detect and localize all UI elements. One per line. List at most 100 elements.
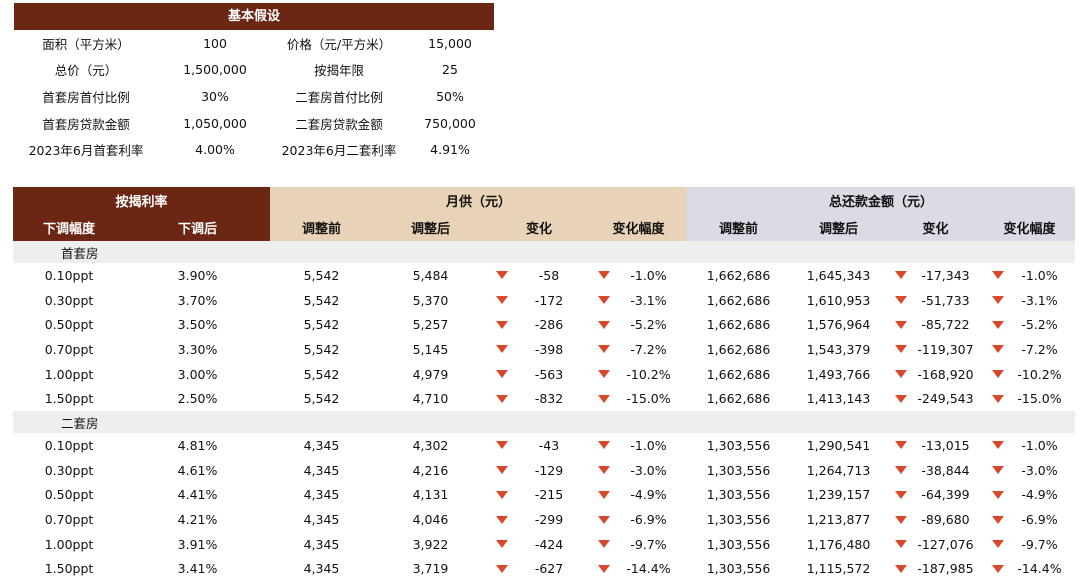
change-value: -14.4% xyxy=(1017,561,1062,577)
assumption-label: 二套房首付比例 xyxy=(295,89,383,105)
table-cell: 1,662,686 xyxy=(706,366,771,382)
change-cell: -9.7% xyxy=(590,537,687,552)
change-value: -1.0% xyxy=(630,437,667,453)
table-cell: 1.50ppt xyxy=(44,391,94,407)
down-arrow-icon xyxy=(496,490,508,499)
table-cell: 0.10ppt xyxy=(44,437,94,453)
table-cell: 0.50ppt xyxy=(44,487,94,503)
change-value: -129 xyxy=(534,462,564,478)
change-value: -51,733 xyxy=(921,292,970,308)
change-cell: -13,015 xyxy=(887,438,984,453)
down-arrow-icon xyxy=(496,540,508,549)
down-arrow-icon xyxy=(992,296,1004,305)
table-row: 1.50ppt 3.41% 4,345 3,719 -627 -14.4% 1,303,55… xyxy=(13,557,1075,581)
change-value: -89,680 xyxy=(921,512,970,528)
table-cell: 4,979 xyxy=(412,366,449,382)
table-row: 0.30ppt 3.70% 5,542 5,370 -172 -3.1% 1,662,686… xyxy=(13,288,1075,313)
table-cell: 3.41% xyxy=(177,561,218,577)
change-cell: -6.9% xyxy=(984,512,1075,527)
table-row: 0.50ppt 4.41% 4,345 4,131 -215 -4.9% 1,303,556… xyxy=(13,483,1075,508)
assumption-row: 首套房贷款金额 1,050,000 二套房贷款金额 750,000 xyxy=(14,110,494,137)
change-cell: -1.0% xyxy=(590,438,687,453)
down-arrow-icon xyxy=(598,490,610,499)
subheader-cell: 下调幅度 xyxy=(13,214,125,241)
down-arrow-icon xyxy=(992,540,1004,549)
table-cell: 4.61% xyxy=(177,462,218,478)
change-value: -832 xyxy=(534,391,564,407)
table-row: 0.30ppt 4.61% 4,345 4,216 -129 -3.0% 1,303,556… xyxy=(13,458,1075,483)
down-arrow-icon xyxy=(598,515,610,524)
table-cell: 0.30ppt xyxy=(44,462,94,478)
change-cell: -10.2% xyxy=(984,367,1075,382)
table-body: 首套房 0.10ppt 3.90% 5,542 5,484 -58 -1.0% 1,662,6… xyxy=(13,241,1075,581)
change-cell: -14.4% xyxy=(984,561,1075,576)
change-cell: -5.2% xyxy=(590,317,687,332)
table-cell: 1,413,143 xyxy=(806,391,871,407)
change-value: -13,015 xyxy=(921,437,970,453)
down-arrow-icon xyxy=(598,466,610,475)
change-value: -15.0% xyxy=(626,391,671,407)
table-cell: 3.70% xyxy=(177,292,218,308)
table-cell: 4,345 xyxy=(303,536,340,552)
change-value: -398 xyxy=(534,341,564,357)
assumption-label: 总价（元） xyxy=(54,63,118,79)
change-value: -7.2% xyxy=(1021,341,1058,357)
table-cell: 1,543,379 xyxy=(806,341,871,357)
down-arrow-icon xyxy=(895,370,907,379)
down-arrow-icon xyxy=(496,441,508,450)
assumption-label: 面积（平方米） xyxy=(42,36,130,52)
assumption-value: 1,050,000 xyxy=(183,115,247,131)
assumptions-title: 基本假设 xyxy=(14,3,494,30)
subheader-cell: 调整前 xyxy=(687,214,790,241)
down-arrow-icon xyxy=(496,370,508,379)
change-cell: -58 xyxy=(488,268,590,283)
down-arrow-icon xyxy=(992,490,1004,499)
change-value: -563 xyxy=(534,366,564,382)
assumption-label: 二套房贷款金额 xyxy=(295,116,383,132)
change-value: -627 xyxy=(534,561,564,577)
change-value: -3.1% xyxy=(1021,292,1058,308)
table-cell: 4,302 xyxy=(412,437,449,453)
change-value: -119,307 xyxy=(917,341,974,357)
down-arrow-icon xyxy=(598,320,610,329)
table-cell: 3,922 xyxy=(412,536,449,552)
table-cell: 3.50% xyxy=(177,317,218,333)
table-cell: 4,216 xyxy=(412,462,449,478)
table-cell: 0.70ppt xyxy=(44,512,94,528)
change-value: -172 xyxy=(534,292,564,308)
table-cell: 1,176,480 xyxy=(806,536,871,552)
down-arrow-icon xyxy=(992,466,1004,475)
assumption-row: 总价（元） 1,500,000 按揭年限 25 xyxy=(14,57,494,84)
down-arrow-icon xyxy=(496,515,508,524)
table-cell: 1,662,686 xyxy=(706,292,771,308)
change-value: -3.0% xyxy=(1021,462,1058,478)
change-value: -286 xyxy=(534,317,564,333)
down-arrow-icon xyxy=(496,320,508,329)
down-arrow-icon xyxy=(496,466,508,475)
change-value: -1.0% xyxy=(1021,437,1058,453)
change-cell: -119,307 xyxy=(887,342,984,357)
change-cell: -299 xyxy=(488,512,590,527)
down-arrow-icon xyxy=(895,296,907,305)
table-cell: 1,303,556 xyxy=(706,437,771,453)
table-row: 1.00ppt 3.91% 4,345 3,922 -424 -9.7% 1,303,556… xyxy=(13,532,1075,557)
table-cell: 1,303,556 xyxy=(706,462,771,478)
change-value: -15.0% xyxy=(1017,391,1062,407)
change-cell: -3.0% xyxy=(590,463,687,478)
change-value: -187,985 xyxy=(917,561,974,577)
table-cell: 5,542 xyxy=(303,341,340,357)
table-cell: 2.50% xyxy=(177,391,218,407)
subheader-cell: 调整后 xyxy=(790,214,887,241)
table-cell: 4,345 xyxy=(303,561,340,577)
table-cell: 1,264,713 xyxy=(806,462,871,478)
change-cell: -563 xyxy=(488,367,590,382)
assumption-value: 4.91% xyxy=(430,142,470,158)
change-cell: -127,076 xyxy=(887,537,984,552)
down-arrow-icon xyxy=(992,515,1004,524)
table-cell: 1,303,556 xyxy=(706,487,771,503)
change-cell: -215 xyxy=(488,487,590,502)
subheader-cell: 变化幅度 xyxy=(590,214,687,241)
change-value: -7.2% xyxy=(630,341,667,357)
down-arrow-icon xyxy=(992,394,1004,403)
table-cell: 5,542 xyxy=(303,292,340,308)
